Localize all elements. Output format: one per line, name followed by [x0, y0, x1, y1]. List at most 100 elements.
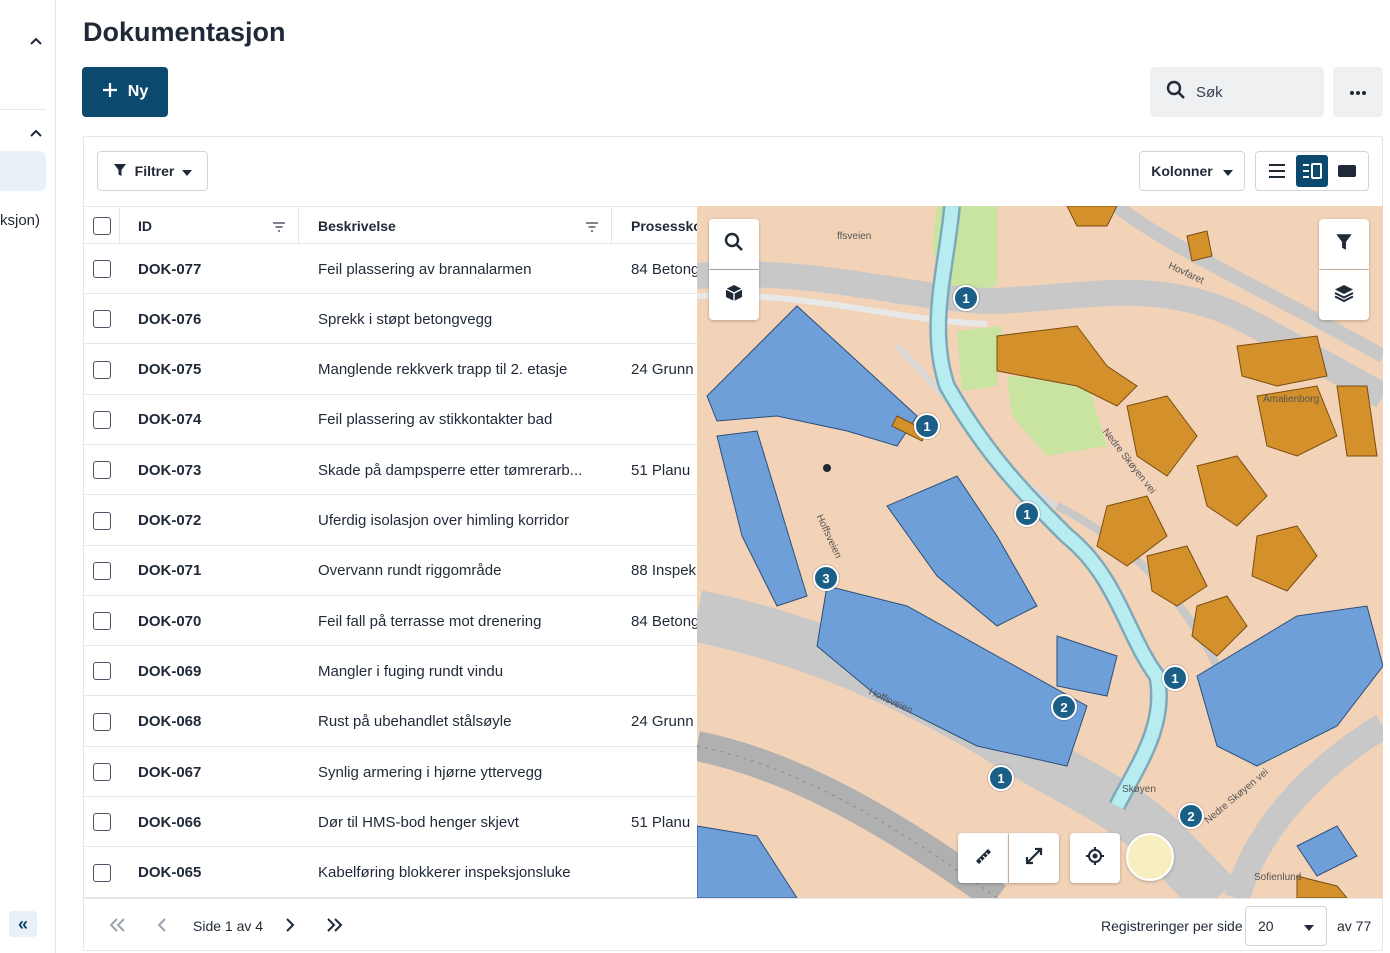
more-options-button[interactable] [1333, 67, 1383, 117]
filter-button[interactable]: Filtrer [97, 151, 208, 191]
map-minimap[interactable] [1126, 833, 1174, 881]
layers-icon [1334, 284, 1354, 307]
row-checkbox[interactable] [93, 712, 111, 731]
row-checkbox[interactable] [93, 813, 111, 832]
row-checkbox[interactable] [93, 260, 111, 278]
last-page-icon[interactable] [323, 913, 347, 937]
select-all-checkbox[interactable] [92, 217, 111, 235]
row-description: Feil fall på terrasse mot drenering [318, 612, 542, 630]
row-id: DOK-068 [138, 713, 202, 731]
map-cluster-marker[interactable]: 1 [953, 285, 979, 311]
search-input[interactable]: Søk [1150, 67, 1324, 117]
map-cluster-marker[interactable]: 1 [1014, 501, 1040, 527]
column-header-description[interactable]: Beskrivelse [299, 207, 612, 245]
table-row[interactable]: DOK-074 Feil plassering av stikkontakter … [84, 395, 697, 445]
map-view[interactable]: ffsveien Hovfaret Hoffsveien Nedre Skøye… [697, 206, 1383, 898]
column-header-process-code[interactable]: Prosesskod [612, 207, 697, 245]
map-measure-button[interactable] [958, 833, 1008, 883]
per-page-select[interactable]: 20 [1245, 906, 1327, 946]
split-view-icon[interactable] [1295, 155, 1328, 187]
row-process-code: 84 Betong [631, 260, 697, 278]
row-id: DOK-069 [138, 662, 202, 680]
table-row[interactable]: DOK-070 Feil fall på terrasse mot dreneri… [84, 596, 697, 647]
caret-down-icon [1222, 163, 1233, 179]
map-label: Skøyen [1122, 784, 1156, 795]
map-label: Sofienlund [1254, 872, 1302, 883]
table-row[interactable]: DOK-073 Skade på dampsperre etter tømrera… [84, 445, 697, 496]
ellipsis-icon [1349, 83, 1367, 101]
map-layers-button[interactable] [1319, 270, 1369, 320]
row-description: Kabelføring blokkerer inspeksjonsluke [318, 864, 571, 882]
filter-icon [1335, 233, 1353, 256]
sidebar-item-label[interactable]: ksjon) [0, 212, 40, 229]
search-placeholder: Søk [1196, 83, 1223, 101]
sidebar-item-active[interactable] [0, 151, 46, 191]
table-row[interactable]: DOK-069 Mangler i fuging rundt vindu [84, 646, 697, 697]
sort-filter-icon[interactable] [272, 220, 286, 236]
new-button[interactable]: Ny [82, 67, 168, 117]
row-process-code [631, 747, 697, 797]
row-checkbox[interactable] [93, 360, 111, 379]
row-checkbox[interactable] [93, 561, 111, 580]
select-all-cell [84, 207, 120, 245]
map-search-button[interactable] [709, 219, 759, 269]
table-row[interactable]: DOK-066 Dør til HMS-bod henger skjevt 51 P… [84, 797, 697, 848]
row-checkbox[interactable] [93, 410, 111, 429]
map-canvas [697, 206, 1383, 898]
list-view-icon[interactable] [1261, 155, 1293, 187]
row-checkbox[interactable] [93, 763, 111, 781]
view-mode-toggle [1255, 151, 1369, 191]
row-description: Feil plassering av stikkontakter bad [318, 411, 553, 429]
map-fullscreen-button[interactable] [1009, 833, 1059, 883]
row-process-code: 24 Grunn [631, 361, 694, 379]
row-process-code: 84 Betong [631, 612, 697, 630]
table-row[interactable]: DOK-065 Kabelføring blokkerer inspeksjons… [84, 848, 697, 898]
table-row[interactable]: DOK-071 Overvann rundt riggområde 88 Inspe… [84, 546, 697, 596]
row-checkbox[interactable] [93, 662, 111, 681]
row-process-code [631, 294, 697, 344]
map-locate-button[interactable] [1070, 833, 1120, 883]
table-row[interactable]: DOK-076 Sprekk i støpt betongvegg [84, 294, 697, 345]
row-id: DOK-075 [138, 361, 202, 379]
page-indicator: Side 1 av 4 [193, 918, 264, 934]
map-cluster-marker[interactable]: 1 [988, 765, 1014, 791]
next-page-icon[interactable] [278, 913, 302, 937]
map-cluster-marker[interactable]: 2 [1178, 803, 1204, 829]
collapse-sidebar-button[interactable]: « [9, 911, 37, 937]
row-checkbox[interactable] [93, 511, 111, 530]
chevron-up-icon[interactable] [26, 123, 46, 143]
map-cluster-marker[interactable]: 1 [1162, 665, 1188, 691]
chevron-up-icon[interactable] [26, 31, 46, 51]
columns-button[interactable]: Kolonner [1139, 151, 1245, 191]
row-process-code [631, 496, 697, 546]
row-description: Overvann rundt riggområde [318, 562, 502, 580]
row-description: Sprekk i støpt betongvegg [318, 310, 493, 328]
row-description: Manglende rekkverk trapp til 2. etasje [318, 361, 568, 379]
map-view-icon[interactable] [1331, 155, 1363, 187]
row-checkbox[interactable] [93, 612, 111, 631]
map-cluster-marker[interactable]: 1 [914, 413, 940, 439]
sidebar-divider [0, 109, 46, 110]
row-id: DOK-070 [138, 612, 202, 630]
row-checkbox[interactable] [93, 863, 111, 882]
map-3d-button[interactable] [709, 270, 759, 320]
search-icon [1166, 80, 1186, 104]
table-row[interactable]: DOK-075 Manglende rekkverk trapp til 2. e… [84, 345, 697, 395]
documentation-panel: Filtrer Kolonner ID Beskrivelse Prosessk… [83, 136, 1383, 951]
table-row[interactable]: DOK-067 Synlig armering i hjørne ytterveg… [84, 747, 697, 797]
table-row[interactable]: DOK-077 Feil plassering av brannalarmen 84… [84, 244, 697, 294]
map-cluster-marker[interactable]: 3 [813, 565, 839, 591]
map-cluster-marker[interactable]: 2 [1051, 694, 1077, 720]
first-page-icon[interactable] [105, 913, 129, 937]
total-count: av 77 [1337, 918, 1372, 934]
sort-filter-icon[interactable] [585, 220, 599, 236]
map-filter-button[interactable] [1319, 219, 1369, 269]
previous-page-icon[interactable] [150, 913, 174, 937]
per-page-label: Registreringer per side [1101, 918, 1243, 934]
row-checkbox[interactable] [93, 310, 111, 329]
column-header-id[interactable]: ID [120, 207, 299, 245]
row-checkbox[interactable] [93, 461, 111, 480]
row-id: DOK-073 [138, 461, 202, 479]
table-row[interactable]: DOK-068 Rust på ubehandlet stålsøyle 24 Gr… [84, 697, 697, 747]
table-row[interactable]: DOK-072 Uferdig isolasjon over himling ko… [84, 496, 697, 546]
